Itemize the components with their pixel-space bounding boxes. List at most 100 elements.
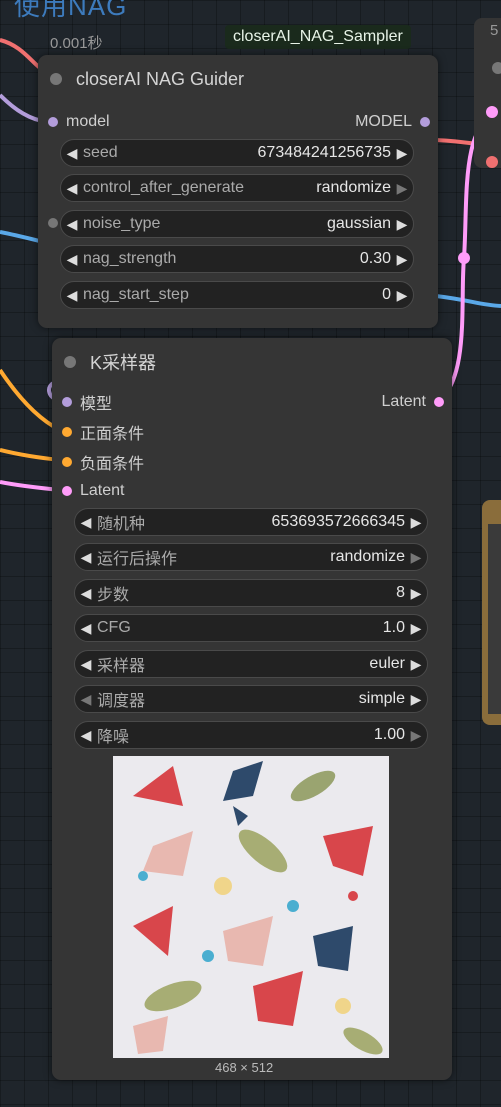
increment-arrow-icon[interactable]: ▶ <box>391 180 413 197</box>
nag-guider-header[interactable]: closerAI NAG Guider <box>50 65 244 93</box>
sampler-title-pill: closerAI_NAG_Sampler <box>225 25 411 49</box>
partial-node-latent-slot[interactable] <box>486 106 498 118</box>
widget-label: 调度器 <box>97 693 146 710</box>
widget-value: 1.00 <box>373 726 405 743</box>
widget-label: seed <box>83 144 118 161</box>
widget-label: 步数 <box>97 587 130 604</box>
input-slot-positive[interactable]: 正面条件 <box>62 421 144 443</box>
nag-guider-node[interactable]: closerAI NAG Guider model MODEL ◀ seed 6… <box>38 55 438 328</box>
widget-nag-strength[interactable]: ◀ nag_strength 0.30 ▶ <box>60 245 414 273</box>
noise-type-input-dot[interactable] <box>48 218 58 228</box>
input-label: 负面条件 <box>80 456 145 473</box>
widget-control-after-generate[interactable]: ◀ 运行后操作 randomize ▶ <box>74 543 428 571</box>
widget-label: noise_type <box>83 215 161 232</box>
input-slot-negative[interactable]: 负面条件 <box>62 451 144 473</box>
decrement-arrow-icon[interactable]: ◀ <box>75 585 97 602</box>
widget-label: 采样器 <box>97 658 146 675</box>
decrement-arrow-icon[interactable]: ◀ <box>61 251 83 268</box>
input-dot[interactable] <box>62 427 72 437</box>
widget-nag-start-step[interactable]: ◀ nag_start_step 0 ▶ <box>60 281 414 309</box>
preview-size-caption: 468 × 512 <box>215 1060 274 1075</box>
wire-blue-out <box>435 294 501 308</box>
widget-value: simple <box>358 690 405 707</box>
partial-node-fragment: 5 <box>490 22 499 39</box>
decrement-arrow-icon[interactable]: ◀ <box>61 180 83 197</box>
input-label: 正面条件 <box>80 426 145 443</box>
increment-arrow-icon[interactable]: ▶ <box>405 585 427 602</box>
ksampler-header[interactable]: K采样器 <box>64 348 156 376</box>
collapse-dot-icon[interactable] <box>50 73 62 85</box>
latent-output-label: Latent <box>381 393 426 410</box>
widget-seed[interactable]: ◀ seed 673484241256735 ▶ <box>60 139 414 167</box>
widget-label: nag_strength <box>83 250 177 267</box>
ksampler-node[interactable]: K采样器 模型 正面条件 负面条件 Latent Latent ◀ 随机种 65… <box>52 338 452 1080</box>
input-label: 模型 <box>80 396 113 413</box>
partial-note-body <box>488 524 501 714</box>
widget-noise-type[interactable]: ◀ noise_type gaussian ▶ <box>60 210 414 238</box>
model-input-dot[interactable] <box>48 117 58 127</box>
input-dot[interactable] <box>62 486 72 496</box>
partial-node-dot <box>492 62 501 74</box>
decrement-arrow-icon[interactable]: ◀ <box>75 656 97 673</box>
increment-arrow-icon[interactable]: ▶ <box>405 514 427 531</box>
increment-arrow-icon[interactable]: ▶ <box>405 656 427 673</box>
widget-label: nag_start_step <box>83 286 189 303</box>
partial-note-node[interactable] <box>482 500 501 725</box>
wire-positive-in <box>0 368 61 432</box>
widget-label: CFG <box>97 619 131 636</box>
widget-label: 降噪 <box>97 729 130 746</box>
widget-label: control_after_generate <box>83 179 244 196</box>
partial-node-red-slot[interactable] <box>486 156 498 168</box>
input-label: Latent <box>80 482 125 499</box>
wire-reroute-dot <box>458 252 470 264</box>
preview-image[interactable] <box>113 756 389 1058</box>
widget-label: 随机种 <box>97 516 146 533</box>
widget-control-after-generate[interactable]: ◀ control_after_generate randomize ▶ <box>60 174 414 202</box>
decrement-arrow-icon[interactable]: ◀ <box>75 691 97 708</box>
decrement-arrow-icon[interactable]: ◀ <box>75 727 97 744</box>
increment-arrow-icon[interactable]: ▶ <box>405 691 427 708</box>
collapse-dot-icon[interactable] <box>64 356 76 368</box>
widget-value: 673484241256735 <box>257 144 391 161</box>
input-dot[interactable] <box>62 397 72 407</box>
widget-denoise[interactable]: ◀ 降噪 1.00 ▶ <box>74 721 428 749</box>
latent-output-slot[interactable]: Latent <box>382 391 444 413</box>
model-input-slot[interactable]: model <box>48 111 110 133</box>
widget-value: 8 <box>396 584 405 601</box>
widget-value: randomize <box>330 548 405 565</box>
partial-node-right[interactable]: 5 <box>474 18 501 168</box>
input-slot-model[interactable]: 模型 <box>62 391 112 413</box>
increment-arrow-icon[interactable]: ▶ <box>405 549 427 566</box>
increment-arrow-icon[interactable]: ▶ <box>405 727 427 744</box>
decrement-arrow-icon[interactable]: ◀ <box>61 145 83 162</box>
increment-arrow-icon[interactable]: ▶ <box>391 251 413 268</box>
increment-arrow-icon[interactable]: ▶ <box>405 620 427 637</box>
widget-value: 1.0 <box>382 619 405 636</box>
widget-sampler[interactable]: ◀ 采样器 euler ▶ <box>74 650 428 678</box>
decrement-arrow-icon[interactable]: ◀ <box>61 287 83 304</box>
widget-value: 0 <box>382 286 391 303</box>
widget-seed[interactable]: ◀ 随机种 653693572666345 ▶ <box>74 508 428 536</box>
decrement-arrow-icon[interactable]: ◀ <box>75 620 97 637</box>
latent-output-dot[interactable] <box>434 397 444 407</box>
decrement-arrow-icon[interactable]: ◀ <box>75 514 97 531</box>
input-dot[interactable] <box>62 457 72 467</box>
widget-value: 653693572666345 <box>271 513 405 530</box>
wire-negative-in <box>0 448 61 462</box>
increment-arrow-icon[interactable]: ▶ <box>391 287 413 304</box>
widget-scheduler[interactable]: ◀ 调度器 simple ▶ <box>74 685 428 713</box>
nag-guider-title: closerAI NAG Guider <box>76 68 245 89</box>
wire-latent-in <box>0 480 61 492</box>
model-output-dot[interactable] <box>420 117 430 127</box>
model-output-slot[interactable]: MODEL <box>355 111 430 133</box>
increment-arrow-icon[interactable]: ▶ <box>391 216 413 233</box>
model-input-label: model <box>66 113 110 130</box>
widget-steps[interactable]: ◀ 步数 8 ▶ <box>74 579 428 607</box>
decrement-arrow-icon[interactable]: ◀ <box>75 549 97 566</box>
widget-value: euler <box>369 655 405 672</box>
increment-arrow-icon[interactable]: ▶ <box>391 145 413 162</box>
widget-cfg[interactable]: ◀ CFG 1.0 ▶ <box>74 614 428 642</box>
ksampler-title: K采样器 <box>90 353 157 373</box>
input-slot-latent[interactable]: Latent <box>62 480 124 502</box>
decrement-arrow-icon[interactable]: ◀ <box>61 216 83 233</box>
